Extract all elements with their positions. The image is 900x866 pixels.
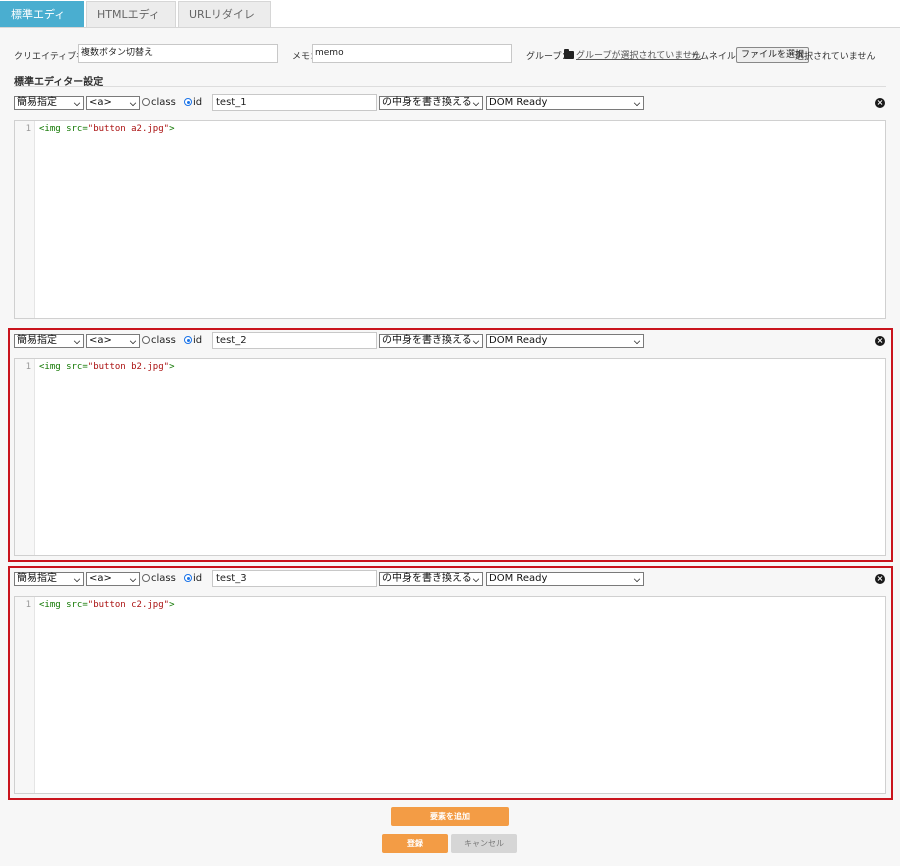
element-block-2: 簡易指定 <a> class id test_2 の中身を書き換える DOM R… bbox=[8, 328, 893, 562]
chevron-down-icon bbox=[633, 99, 641, 107]
id-radio[interactable] bbox=[184, 98, 192, 106]
line-number: 1 bbox=[25, 362, 31, 372]
timing-select[interactable]: DOM Ready bbox=[486, 572, 644, 586]
chevron-down-icon bbox=[633, 337, 641, 345]
class-radio[interactable] bbox=[142, 98, 150, 106]
action-select[interactable]: の中身を書き換える bbox=[379, 96, 483, 110]
tag-select[interactable]: <a> bbox=[86, 96, 140, 110]
close-icon[interactable]: × bbox=[875, 98, 885, 108]
id-radio-label: id bbox=[193, 573, 203, 584]
add-element-button[interactable]: 要素を追加 bbox=[391, 807, 509, 826]
creative-name-input[interactable]: 複数ボタン切替え bbox=[78, 44, 278, 63]
line-gutter: 1 bbox=[15, 597, 35, 793]
line-gutter: 1 bbox=[15, 121, 35, 318]
line-gutter: 1 bbox=[15, 359, 35, 555]
chevron-down-icon bbox=[73, 99, 81, 107]
class-radio[interactable] bbox=[142, 336, 150, 344]
selector-input[interactable]: test_2 bbox=[212, 332, 377, 349]
tab-standard-editor[interactable]: 標準エディター bbox=[0, 1, 84, 47]
selector-input[interactable]: test_3 bbox=[212, 570, 377, 587]
chevron-down-icon bbox=[129, 337, 137, 345]
id-radio[interactable] bbox=[184, 574, 192, 582]
tab-bar: 標準エディター HTMLエディター URLリダイレクト bbox=[0, 0, 900, 47]
code-editor[interactable]: 1 <img src="button a2.jpg"> bbox=[14, 120, 886, 319]
mode-select[interactable]: 簡易指定 bbox=[14, 572, 84, 586]
chevron-down-icon bbox=[73, 337, 81, 345]
tag-select[interactable]: <a> bbox=[86, 572, 140, 586]
line-number: 1 bbox=[25, 124, 31, 134]
chevron-down-icon bbox=[472, 575, 480, 583]
chevron-down-icon bbox=[633, 575, 641, 583]
code-editor[interactable]: 1 <img src="button c2.jpg"> bbox=[14, 596, 886, 794]
tab-url-redirect[interactable]: URLリダイレクト bbox=[178, 1, 271, 47]
tag-select[interactable]: <a> bbox=[86, 334, 140, 348]
code-line: <img src="button c2.jpg"> bbox=[39, 600, 175, 610]
cancel-button[interactable]: キャンセル bbox=[451, 834, 517, 853]
chevron-down-icon bbox=[472, 337, 480, 345]
code-line: <img src="button a2.jpg"> bbox=[39, 124, 175, 134]
line-number: 1 bbox=[25, 600, 31, 610]
file-status: 選択されていません bbox=[795, 52, 876, 62]
id-radio[interactable] bbox=[184, 336, 192, 344]
chevron-down-icon bbox=[129, 575, 137, 583]
tab-html-editor[interactable]: HTMLエディター bbox=[86, 1, 176, 47]
chevron-down-icon bbox=[73, 575, 81, 583]
register-button[interactable]: 登録 bbox=[382, 834, 448, 853]
code-editor[interactable]: 1 <img src="button b2.jpg"> bbox=[14, 358, 886, 556]
class-radio-label: class bbox=[151, 97, 176, 108]
group-select-link[interactable]: グループが選択されていません bbox=[576, 48, 701, 61]
class-radio-label: class bbox=[151, 573, 176, 584]
id-radio-label: id bbox=[193, 335, 203, 346]
id-radio-label: id bbox=[193, 97, 203, 108]
editor-panel: クリエイティブ名： 複数ボタン切替え メモ： memo グループ： グループが選… bbox=[0, 27, 900, 866]
element-block-3: 簡易指定 <a> class id test_3 の中身を書き換える DOM R… bbox=[8, 566, 893, 800]
close-icon[interactable]: × bbox=[875, 574, 885, 584]
action-select[interactable]: の中身を書き換える bbox=[379, 572, 483, 586]
mode-select[interactable]: 簡易指定 bbox=[14, 96, 84, 110]
code-line: <img src="button b2.jpg"> bbox=[39, 362, 175, 372]
timing-select[interactable]: DOM Ready bbox=[486, 334, 644, 348]
chevron-down-icon bbox=[129, 99, 137, 107]
class-radio-label: class bbox=[151, 335, 176, 346]
action-select[interactable]: の中身を書き換える bbox=[379, 334, 483, 348]
selector-input[interactable]: test_1 bbox=[212, 94, 377, 111]
close-icon[interactable]: × bbox=[875, 336, 885, 346]
class-radio[interactable] bbox=[142, 574, 150, 582]
chevron-down-icon bbox=[472, 99, 480, 107]
timing-select[interactable]: DOM Ready bbox=[486, 96, 644, 110]
mode-select[interactable]: 簡易指定 bbox=[14, 334, 84, 348]
element-block-1: 簡易指定 <a> class id test_1 の中身を書き換える DOM R… bbox=[8, 92, 893, 321]
folder-icon bbox=[564, 49, 574, 59]
divider bbox=[14, 86, 886, 87]
memo-input[interactable]: memo bbox=[312, 44, 512, 63]
